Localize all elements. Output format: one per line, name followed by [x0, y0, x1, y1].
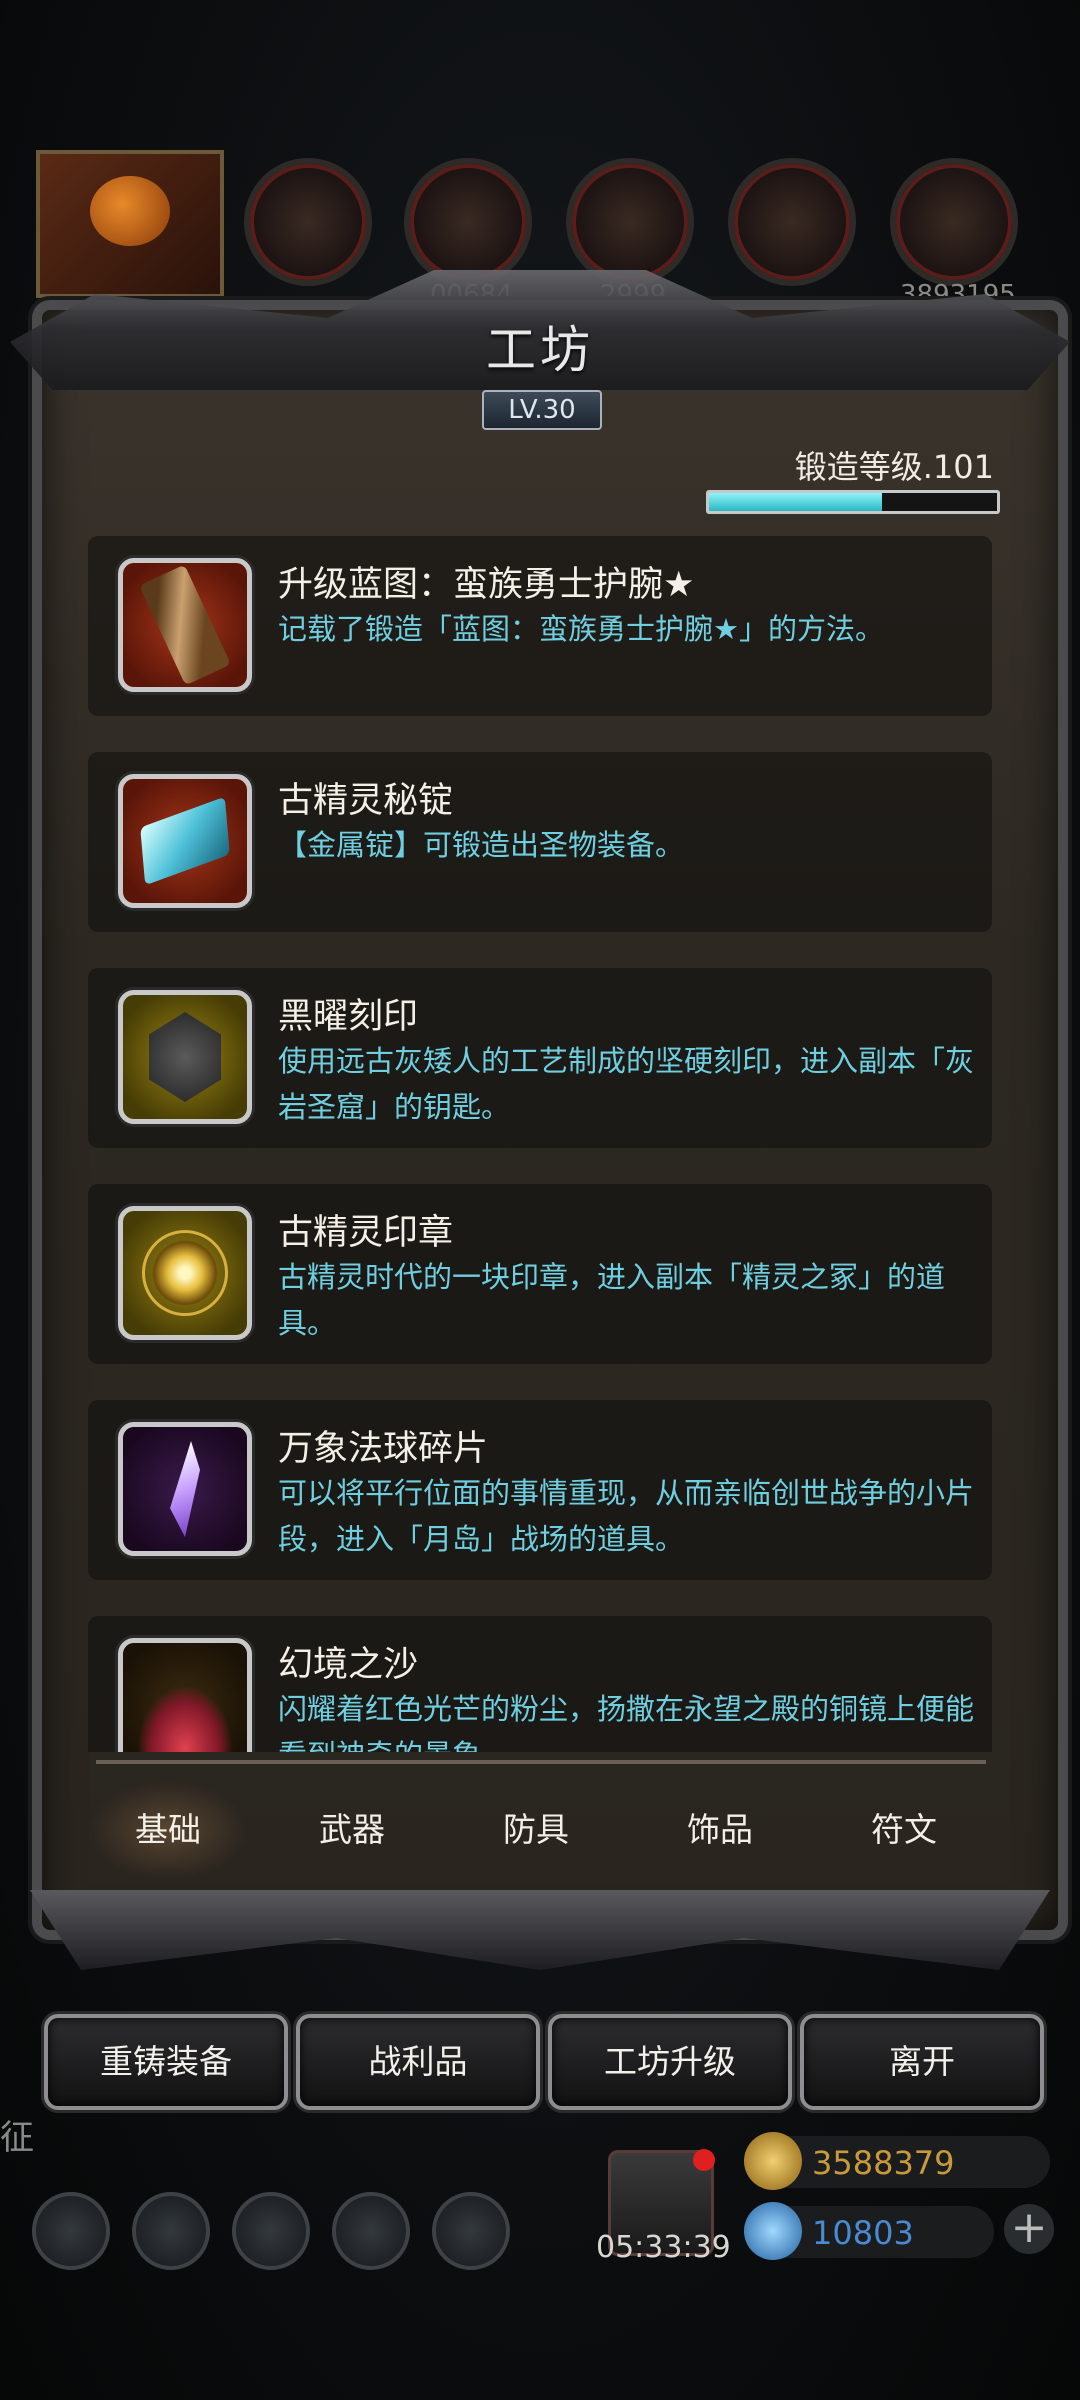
- wood-resource-icon[interactable]: [404, 158, 532, 286]
- star-icon[interactable]: [132, 2192, 210, 2270]
- add-gems-button[interactable]: +: [1004, 2204, 1054, 2254]
- crystal-shard-icon: [170, 1441, 200, 1537]
- map-icon[interactable]: [232, 2192, 310, 2270]
- panel-title: 工坊: [486, 321, 594, 379]
- item-description: 使用远古灰矮人的工艺制成的坚硬刻印，进入副本「灰岩圣窟」的钥匙。: [278, 1044, 975, 1124]
- item-description: 闪耀着红色光芒的粉尘，扬撒在永望之殿的铜镜上便能看到神奇的景象。: [278, 1692, 975, 1752]
- scroll-icon: [139, 564, 231, 686]
- item-icon-frame: [118, 774, 252, 908]
- list-item[interactable]: 幻境之沙 闪耀着红色光芒的粉尘，扬撒在永望之殿的铜镜上便能看到神奇的景象。: [88, 1616, 992, 1752]
- tab-accessories[interactable]: 饰品: [640, 1780, 800, 1880]
- shield-icon[interactable]: [432, 2192, 510, 2270]
- tab-divider: [96, 1760, 986, 1764]
- forge-level-label: 锻造等级.101: [794, 448, 994, 486]
- item-icon-frame: [118, 990, 252, 1124]
- list-item[interactable]: 古精灵秘锭 【金属锭】可锻造出圣物装备。: [88, 752, 992, 932]
- item-name: 古精灵印章: [278, 1213, 454, 1253]
- tab-basic[interactable]: 基础: [88, 1780, 248, 1880]
- workshop-upgrade-button[interactable]: 工坊升级: [548, 2014, 792, 2110]
- forge-progress-fill: [709, 493, 882, 511]
- category-tabs: 基础 武器 防具 饰品 符文: [88, 1780, 992, 1890]
- crystal-resource-icon[interactable]: [728, 158, 856, 286]
- item-description: 【金属锭】可锻造出圣物装备。: [278, 828, 685, 862]
- item-icon-frame: [118, 558, 252, 692]
- item-name: 幻境之沙: [278, 1645, 419, 1685]
- item-description: 可以将平行位面的事情重现，从而亲临创世战争的小片段，进入「月岛」战场的道具。: [278, 1476, 975, 1556]
- iron-resource-icon[interactable]: [566, 158, 694, 286]
- list-item[interactable]: 黑曜刻印 使用远古灰矮人的工艺制成的坚硬刻印，进入副本「灰岩圣窟」的钥匙。: [88, 968, 992, 1148]
- level-badge: LV.30: [482, 390, 602, 430]
- gift-timer: 05:33:39: [596, 2230, 731, 2265]
- settings-icon[interactable]: [32, 2192, 110, 2270]
- meat-resource-icon[interactable]: [244, 158, 372, 286]
- item-icon-frame: [118, 1206, 252, 1340]
- side-label: 征: [0, 2118, 34, 2158]
- forge-progress-bar: [706, 490, 1000, 514]
- list-item[interactable]: 升级蓝图：蛮族勇士护腕★ 记载了锻造「蓝图：蛮族勇士护腕★」的方法。: [88, 536, 992, 716]
- obsidian-seal-icon: [149, 1012, 221, 1102]
- gold-counter[interactable]: 3588379: [744, 2132, 1050, 2190]
- item-description: 记载了锻造「蓝图：蛮族勇士护腕★」的方法。: [278, 612, 884, 646]
- loot-button[interactable]: 战利品: [296, 2014, 540, 2110]
- ingot-icon: [140, 796, 230, 886]
- tab-armor[interactable]: 防具: [456, 1780, 616, 1880]
- mail-icon[interactable]: [332, 2192, 410, 2270]
- red-sand-icon: [137, 1685, 233, 1752]
- tab-weapons[interactable]: 武器: [272, 1780, 432, 1880]
- item-name: 古精灵秘锭: [278, 781, 454, 821]
- elf-seal-icon: [142, 1230, 228, 1316]
- item-icon-frame: [118, 1422, 252, 1556]
- list-item[interactable]: 万象法球碎片 可以将平行位面的事情重现，从而亲临创世战争的小片段，进入「月岛」战…: [88, 1400, 992, 1580]
- leave-button[interactable]: 离开: [800, 2014, 1044, 2110]
- recast-equipment-button[interactable]: 重铸装备: [44, 2014, 288, 2110]
- item-list[interactable]: 升级蓝图：蛮族勇士护腕★ 记载了锻造「蓝图：蛮族勇士护腕★」的方法。 古精灵秘锭…: [88, 536, 992, 1752]
- gem-icon: [744, 2202, 802, 2260]
- gem-amount: 10803: [812, 2214, 914, 2252]
- gem-counter[interactable]: 10803: [744, 2202, 994, 2260]
- stone-resource-icon[interactable]: [890, 158, 1018, 286]
- tab-runes[interactable]: 符文: [824, 1780, 984, 1880]
- item-name: 万象法球碎片: [278, 1429, 489, 1469]
- item-name: 黑曜刻印: [278, 997, 419, 1037]
- notification-dot: [693, 2149, 715, 2171]
- gold-amount: 3588379: [812, 2144, 955, 2182]
- list-item[interactable]: 古精灵印章 古精灵时代的一块印章，进入副本「精灵之冢」的道具。: [88, 1184, 992, 1364]
- gold-coin-icon: [744, 2132, 802, 2190]
- item-icon-frame: [118, 1638, 252, 1752]
- item-name: 升级蓝图：蛮族勇士护腕★: [278, 565, 695, 605]
- item-description: 古精灵时代的一块印章，进入副本「精灵之冢」的道具。: [278, 1260, 946, 1340]
